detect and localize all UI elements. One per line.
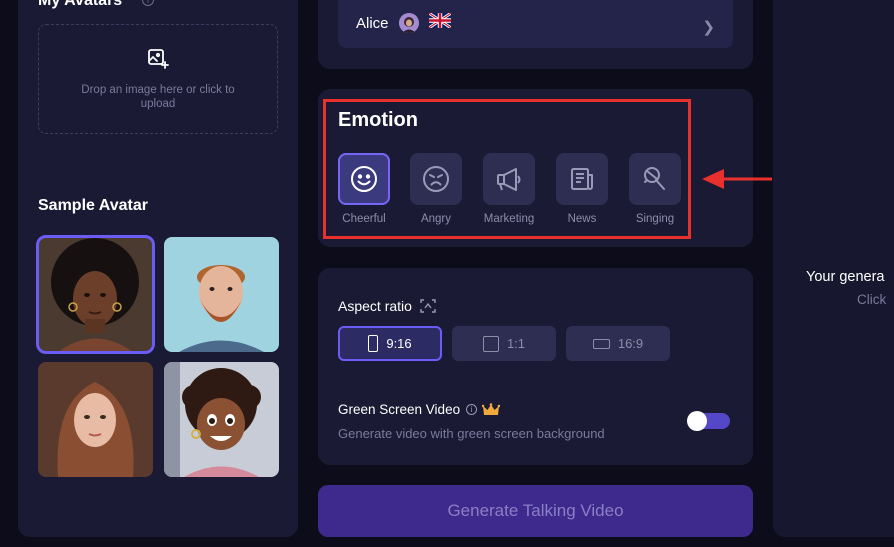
emotion-card: Emotion Cheerful Angry Marketing News Si… [318,89,753,247]
add-image-icon [148,49,169,69]
chevron-right-icon: ❯ [702,19,715,36]
upload-dropzone[interactable]: Drop an image here or click to upload [38,24,278,134]
voice-avatar [398,13,419,33]
upload-hint: Drop an image here or click to upload [81,84,235,110]
info-icon[interactable]: i [142,0,154,6]
emotion-label: Singing [635,213,675,225]
avatar-bearded-man[interactable] [164,237,279,352]
voice-selector[interactable]: Alice ❯ [338,0,733,48]
square-icon [482,335,499,352]
arrow-left-icon [702,169,772,189]
portrait-icon [368,335,379,352]
preview-title: Your genera [806,269,885,285]
ratio-label: 16:9 [617,336,644,351]
aspect-ratio-title: Aspect ratio [338,298,436,314]
ratio-9-16-button[interactable]: 9:16 [338,326,442,361]
ratio-1-1-button[interactable]: 1:1 [452,326,556,361]
uk-flag-icon [427,11,452,33]
emotion-label: Marketing [483,213,535,225]
emotion-cheerful[interactable]: Cheerful [336,153,392,225]
ratio-label: 1:1 [506,336,526,351]
emotion-label: News [567,213,597,225]
ratio-label: 9:16 [386,336,412,351]
preview-subtitle: Click [857,292,887,307]
newspaper-icon[interactable] [556,153,608,205]
emotion-angry[interactable]: Angry [408,153,464,225]
my-avatars-title: My Avatars [38,0,123,9]
crown-icon [482,402,501,415]
avatar-afro-woman[interactable] [36,235,155,354]
green-screen-title: Green Screen Video i [338,402,501,417]
voice-name: Alice [356,14,389,32]
angry-face-icon[interactable] [410,153,462,205]
preview-panel: Your genera Click [773,0,894,537]
emotion-label: Angry [420,213,452,225]
emotion-news[interactable]: News [554,153,610,225]
emotion-title: Emotion [338,109,418,131]
emotion-singing[interactable]: Singing [627,153,683,225]
green-screen-label: Green Screen Video [338,402,461,417]
sample-avatar-title: Sample Avatar [38,197,148,214]
settings-card: Aspect ratio 9:16 1:1 16:9 Green Screen … [318,268,753,465]
emotion-label: Cheerful [342,213,386,225]
voice-card: Alice ❯ [318,0,753,69]
ratio-16-9-button[interactable]: 16:9 [566,326,670,361]
smile-icon[interactable] [338,153,390,205]
avatar-cartoon-girl[interactable] [164,362,279,477]
toggle-knob [687,411,707,431]
emotion-marketing[interactable]: Marketing [481,153,537,225]
aspect-ratio-icon [420,299,436,313]
info-icon[interactable]: i [466,404,478,415]
aspect-ratio-label: Aspect ratio [338,298,412,314]
megaphone-icon[interactable] [483,153,535,205]
avatar-panel: My Avatars i Drop an image here or click… [18,0,298,537]
landscape-icon [592,338,610,349]
green-screen-toggle[interactable] [687,411,730,431]
avatar-long-hair-woman[interactable] [38,362,153,477]
generate-video-button[interactable]: Generate Talking Video [318,485,753,537]
green-screen-description: Generate video with green screen backgro… [338,426,605,441]
microphone-icon[interactable] [629,153,681,205]
